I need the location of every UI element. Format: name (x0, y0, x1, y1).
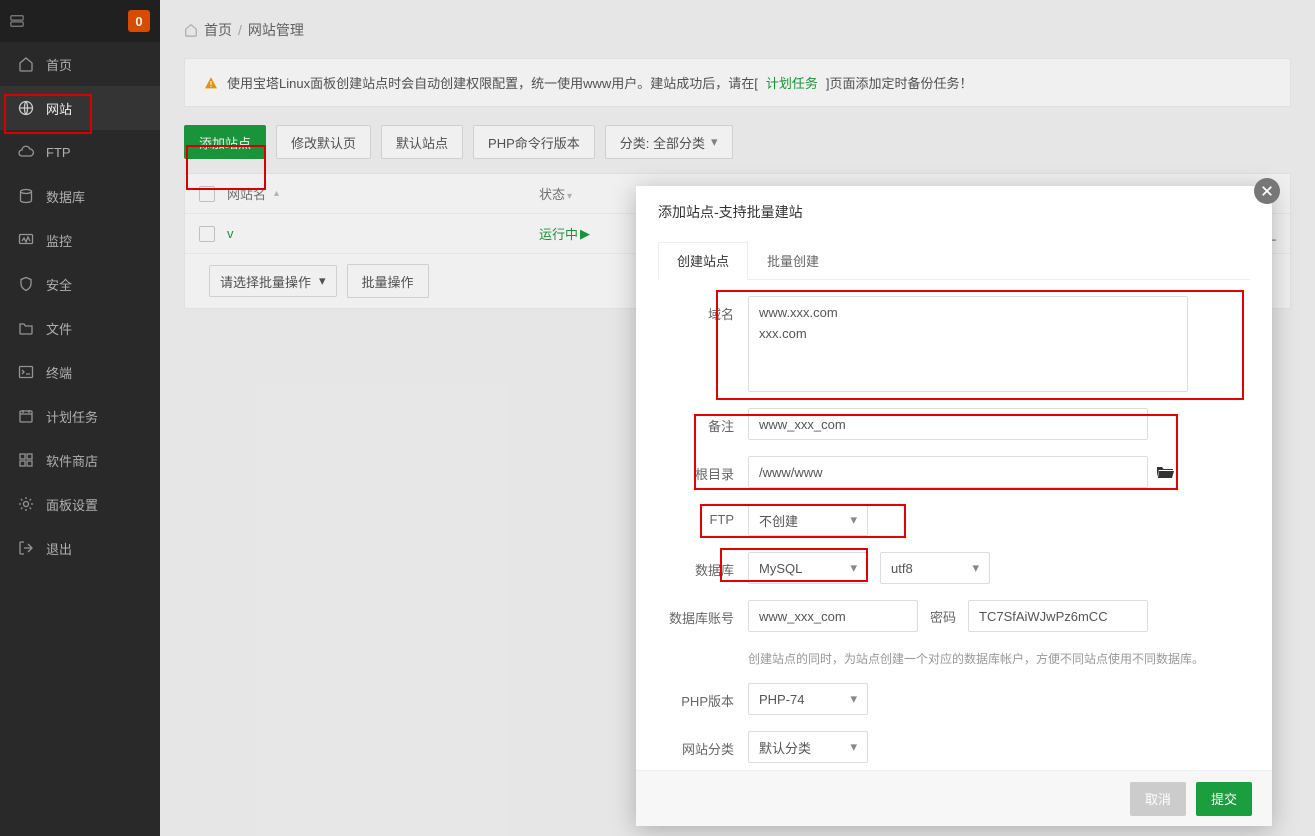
label-ftp: FTP (660, 504, 748, 527)
add-site-modal: 添加站点-支持批量建站 创建站点 批量创建 域名 备注 根目录 (636, 186, 1272, 826)
modal-title: 添加站点-支持批量建站 (636, 186, 1272, 222)
modal-tabs: 创建站点 批量创建 (658, 242, 1250, 280)
chevron-down-icon: ▾ (972, 560, 979, 576)
note-input[interactable] (748, 408, 1148, 440)
site-category-select[interactable]: 默认分类 ▾ (748, 731, 868, 763)
chevron-down-icon: ▾ (850, 560, 857, 576)
db-hint-text: 创建站点的同时，为站点创建一个对应的数据库帐户，方便不同站点使用不同数据库。 (748, 650, 1248, 667)
db-account-input[interactable] (748, 600, 918, 632)
modal-close-button[interactable] (1254, 178, 1280, 204)
db-password-input[interactable] (968, 600, 1148, 632)
label-php: PHP版本 (660, 683, 748, 710)
label-root: 根目录 (660, 456, 748, 483)
add-site-form: 域名 备注 根目录 FTP (636, 296, 1272, 791)
label-db-account: 数据库账号 (660, 600, 748, 627)
submit-button[interactable]: 提交 (1196, 782, 1252, 816)
label-note: 备注 (660, 408, 748, 435)
folder-open-icon[interactable] (1156, 463, 1174, 481)
modal-footer: 取消 提交 (636, 770, 1272, 826)
domain-textarea[interactable] (748, 296, 1188, 392)
root-dir-input[interactable] (748, 456, 1148, 488)
chevron-down-icon: ▾ (850, 512, 857, 528)
label-category: 网站分类 (660, 731, 748, 758)
chevron-down-icon: ▾ (850, 739, 857, 755)
label-password: 密码 (930, 607, 956, 626)
php-version-select[interactable]: PHP-74 ▾ (748, 683, 868, 715)
chevron-down-icon: ▾ (850, 691, 857, 707)
db-charset-select[interactable]: utf8 ▾ (880, 552, 990, 584)
tab-create-site[interactable]: 创建站点 (658, 242, 748, 280)
db-engine-select[interactable]: MySQL ▾ (748, 552, 868, 584)
cancel-button[interactable]: 取消 (1130, 782, 1186, 816)
label-database: 数据库 (660, 552, 748, 579)
ftp-select[interactable]: 不创建 ▾ (748, 504, 868, 536)
tab-batch-create[interactable]: 批量创建 (748, 242, 838, 279)
label-domain: 域名 (660, 296, 748, 323)
